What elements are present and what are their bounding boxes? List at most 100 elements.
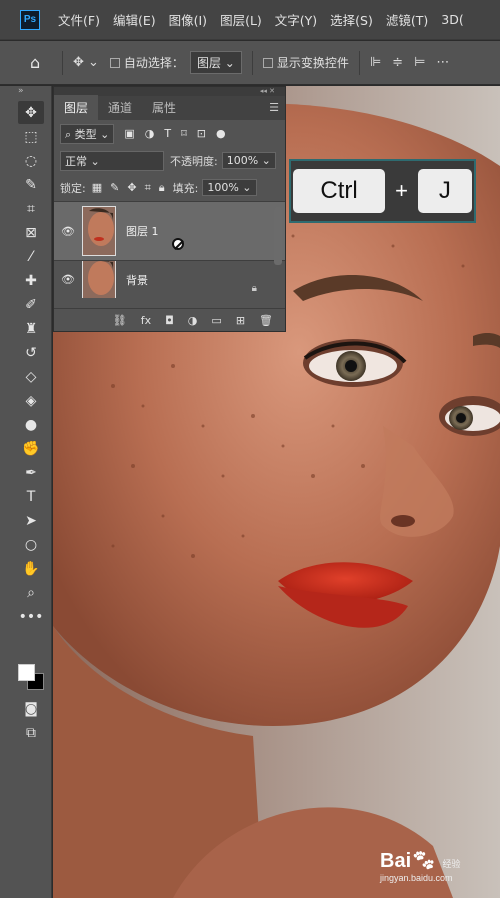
layer-name[interactable]: 图层 1 xyxy=(126,223,159,239)
adjustment-filter-icon[interactable]: ◑ xyxy=(145,127,155,140)
fx-icon[interactable]: fx xyxy=(141,314,151,327)
pen-tool-icon[interactable]: ✒ xyxy=(18,461,44,484)
marquee-tool-icon[interactable]: ⬚ xyxy=(18,125,44,148)
type-tool-icon[interactable]: T xyxy=(18,485,44,508)
filter-row: ⌕ 类型 ⌄ ▣ ◑ T ⌑ ⊡ ● xyxy=(54,120,285,147)
auto-select-label: 自动选择： xyxy=(123,56,184,70)
paint-bucket-icon[interactable]: ◈ xyxy=(18,389,44,412)
lock-transparency-icon[interactable]: ▦ xyxy=(92,181,102,194)
ctrl-key: Ctrl xyxy=(293,169,386,213)
lasso-tool-icon[interactable]: ◌ xyxy=(18,149,44,172)
dodge-tool-icon[interactable]: ✊ xyxy=(18,437,44,460)
hand-tool-icon[interactable]: ✋ xyxy=(18,557,44,580)
divider xyxy=(358,50,360,75)
type-filter-icon[interactable]: T xyxy=(164,127,171,140)
layer-row-background[interactable]: 👁︎ 背景 🔒︎ xyxy=(54,260,285,298)
blend-mode-value: 正常 xyxy=(65,154,87,168)
menu-layer[interactable]: 图层(L) xyxy=(220,10,262,29)
add-mask-icon[interactable]: ◘ xyxy=(165,314,174,327)
quick-mask-icon[interactable]: ◙ xyxy=(18,697,44,720)
align-center-icon[interactable]: ≑ xyxy=(392,55,403,70)
blend-row: 正常 ⌄ 不透明度: 100% ⌄ xyxy=(54,147,285,174)
eyedropper-tool-icon[interactable]: ⁄ xyxy=(18,245,44,268)
foreground-color[interactable] xyxy=(18,664,35,681)
crop-tool-icon[interactable]: ⌗ xyxy=(18,197,44,220)
menu-image[interactable]: 图像(I) xyxy=(169,10,207,29)
more-tools-icon[interactable]: ••• xyxy=(18,605,44,628)
auto-select-value: 图层 xyxy=(196,56,221,70)
align-left-icon[interactable]: ⊫ xyxy=(370,55,381,70)
watermark-brand: Bai xyxy=(380,850,412,872)
menu-file[interactable]: 文件(F) xyxy=(58,10,100,29)
layers-panel: ◂◂ ✕ 图层 通道 属性 ☰ ⌕ 类型 ⌄ ▣ ◑ T ⌑ ⊡ ● 正常 ⌄ … xyxy=(53,86,286,332)
link-layers-icon[interactable]: ⛓ xyxy=(113,314,127,327)
baidu-watermark: Bai🐾︎ 经验 jingyan.baidu.com xyxy=(380,848,461,883)
filter-toggle-icon[interactable]: ● xyxy=(216,127,226,140)
tab-layers[interactable]: 图层 xyxy=(54,95,99,120)
panel-menu-icon[interactable]: ☰ xyxy=(269,101,279,114)
menu-select[interactable]: 选择(S) xyxy=(330,10,373,29)
watermark-url: jingyan.baidu.com xyxy=(380,873,453,883)
filter-type-value: 类型 xyxy=(74,127,97,141)
plus-sign: + xyxy=(395,178,408,203)
new-layer-icon[interactable]: ⊞ xyxy=(236,314,245,327)
path-select-icon[interactable]: ➤ xyxy=(18,509,44,532)
brush-tool-icon[interactable]: ✐ xyxy=(18,293,44,316)
shape-filter-icon[interactable]: ⌑ xyxy=(181,127,187,140)
panel-scrollbar[interactable] xyxy=(274,207,282,265)
quick-select-tool-icon[interactable]: ✎ xyxy=(18,173,44,196)
tab-channels[interactable]: 通道 xyxy=(98,95,142,120)
blend-mode-dropdown[interactable]: 正常 ⌄ xyxy=(60,150,164,171)
pixel-filter-icon[interactable]: ▣ xyxy=(124,127,134,140)
align-right-icon[interactable]: ⊨ xyxy=(414,55,425,70)
lock-label: 锁定: xyxy=(60,181,86,195)
menu-type[interactable]: 文字(Y) xyxy=(275,10,317,29)
blur-tool-icon[interactable]: ● xyxy=(18,413,44,436)
clone-stamp-icon[interactable]: ♜ xyxy=(18,317,44,340)
tab-properties[interactable]: 属性 xyxy=(142,95,186,120)
panel-footer: ⛓ fx ◘ ◑ ▭ ⊞ 🗑︎ xyxy=(54,308,285,331)
new-group-icon[interactable]: ▭ xyxy=(211,314,221,327)
visibility-eye-icon[interactable]: 👁︎ xyxy=(58,273,78,286)
lock-row: 锁定: ▦ ✎ ✥ ⌗ 🔒︎ 填充: 100% ⌄ xyxy=(54,174,285,201)
lock-artboard-icon[interactable]: ⌗ xyxy=(145,181,151,195)
menu-edit[interactable]: 编辑(E) xyxy=(113,10,156,29)
smart-object-filter-icon[interactable]: ⊡ xyxy=(197,127,206,140)
lock-pixels-icon[interactable]: ✎ xyxy=(110,181,119,194)
lock-all-icon[interactable]: 🔒︎ xyxy=(159,181,165,195)
adjustment-layer-icon[interactable]: ◑ xyxy=(188,314,198,327)
screen-mode-icon[interactable]: ⧉ xyxy=(18,721,44,744)
ellipse-tool-icon[interactable]: ○ xyxy=(18,533,44,556)
zoom-tool-icon[interactable]: ⌕ xyxy=(18,581,44,604)
menu-filter[interactable]: 滤镜(T) xyxy=(386,10,428,29)
paw-icon: 🐾︎ xyxy=(411,850,437,872)
history-brush-icon[interactable]: ↺ xyxy=(18,341,44,364)
fill-input[interactable]: 100% ⌄ xyxy=(202,179,257,196)
auto-select-dropdown[interactable]: 图层 ⌄ xyxy=(189,51,242,74)
layer-row-layer1[interactable]: 👁︎ 图层 1 xyxy=(54,201,285,260)
tools-panel: » ✥ ⬚ ◌ ✎ ⌗ ⊠ ⁄ ✚ ✐ ♜ ↺ ◇ ◈ ● ✊ ✒ T ➤ ○ … xyxy=(0,86,52,898)
opacity-value: 100% xyxy=(226,154,259,167)
move-tool-icon[interactable]: ✥ xyxy=(18,101,44,124)
menu-3d[interactable]: 3D( xyxy=(441,12,463,27)
home-icon[interactable]: ⌂ xyxy=(30,53,52,72)
filter-type-dropdown[interactable]: ⌕ 类型 ⌄ xyxy=(60,123,115,144)
visibility-eye-icon[interactable]: 👁︎ xyxy=(58,225,78,238)
collapse-icon[interactable]: » xyxy=(0,86,51,100)
layer-name[interactable]: 背景 xyxy=(126,272,148,288)
divider xyxy=(251,50,253,75)
move-tool-icon[interactable]: ✥ ⌄ xyxy=(73,55,99,70)
menu-bar: Ps 文件(F) 编辑(E) 图像(I) 图层(L) 文字(Y) 选择(S) 滤… xyxy=(0,0,500,40)
more-icon[interactable]: ⋯ xyxy=(436,55,449,70)
opacity-input[interactable]: 100% ⌄ xyxy=(221,152,276,169)
frame-tool-icon[interactable]: ⊠ xyxy=(18,221,44,244)
panel-tabs: 图层 通道 属性 ☰ xyxy=(54,95,285,120)
fill-value: 100% xyxy=(207,181,239,194)
eraser-tool-icon[interactable]: ◇ xyxy=(18,365,44,388)
trash-icon[interactable]: 🗑︎ xyxy=(259,314,273,327)
healing-brush-icon[interactable]: ✚ xyxy=(18,269,44,292)
shortcut-overlay: Ctrl + J xyxy=(289,159,476,223)
auto-select-checkbox[interactable] xyxy=(109,57,120,68)
lock-position-icon[interactable]: ✥ xyxy=(127,181,136,194)
show-transform-checkbox[interactable] xyxy=(262,57,273,68)
